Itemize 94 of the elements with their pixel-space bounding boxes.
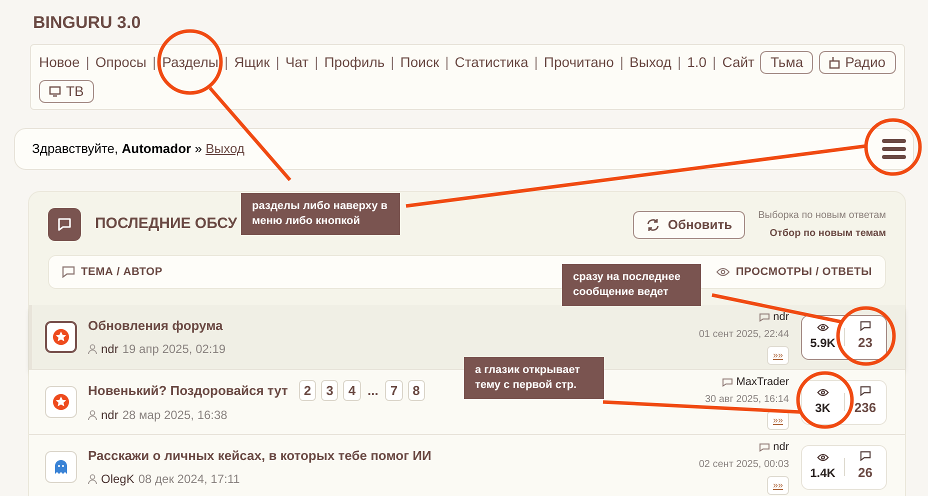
site-title[interactable]: BINGURU 3.0 (33, 10, 914, 32)
logout-link[interactable]: Выход (206, 141, 244, 156)
eye-icon (816, 322, 829, 332)
last-post-button[interactable]: »» (766, 476, 789, 495)
nav-button[interactable]: Радио (819, 51, 896, 74)
nav-link[interactable]: Прочитано (544, 52, 614, 73)
radio-icon (829, 56, 840, 68)
chat-icon (62, 266, 75, 278)
page-link[interactable]: 3 (321, 380, 338, 402)
eye-icon (716, 267, 730, 277)
topic-row[interactable]: Расскажи о личных кейсах, в которых тебе помог ИИ OlegK 08 дек 2024, 17:11 ndr 02 сент 2025, 00:03 »» 1.4K 26 (29, 435, 905, 496)
nav-link[interactable]: Выход (630, 52, 672, 73)
user-icon (88, 474, 97, 484)
views-link[interactable]: 3K (802, 388, 844, 416)
nav-link[interactable]: Сайт (722, 52, 754, 73)
nav-link[interactable]: 1.0 (687, 52, 707, 73)
separator: | (677, 53, 682, 72)
replies-link[interactable]: 23 (844, 321, 886, 353)
last-post-button[interactable]: »» (766, 346, 789, 365)
separator: | (712, 53, 716, 72)
chat-icon (860, 321, 871, 332)
nav-link[interactable]: Статистика (454, 52, 528, 73)
callout-note: а глазик открывает тему с первой стр. (464, 357, 604, 399)
column-heading[interactable]: ПРОСМОТРЫ / ОТВЕТЫ (736, 264, 872, 280)
callout-note: разделы либо наверху в меню либо кнопкой (241, 193, 400, 235)
post-date: 28 мар 2025, 16:38 (122, 407, 228, 424)
separator: | (445, 53, 449, 72)
column-heading[interactable]: ТЕМА / АВТОР (81, 264, 162, 280)
reply-icon (759, 443, 770, 452)
separator: | (86, 53, 90, 72)
author-name[interactable]: OlegK (101, 470, 134, 488)
author-name[interactable]: ndr (101, 406, 118, 424)
nav-button[interactable]: ТВ (39, 80, 94, 103)
highlight-circle (796, 371, 854, 429)
user-icon (88, 344, 97, 354)
post-date: 08 дек 2024, 17:11 (138, 471, 240, 488)
star-badge-icon (52, 328, 70, 346)
tv-icon (49, 86, 61, 97)
separator: | (390, 53, 394, 72)
separator: | (314, 53, 318, 72)
post-date: 02 сент 2025, 00:03 (698, 458, 789, 472)
refresh-button[interactable]: Обновить (632, 210, 746, 238)
star-badge-icon (52, 393, 70, 411)
filter-link[interactable]: Выборка по новым ответам (758, 208, 886, 223)
highlight-circle (157, 29, 223, 95)
topic-link[interactable]: Расскажи о личных кейсах, в которых тебе помог ИИ (88, 446, 432, 466)
eye-icon (816, 388, 829, 396)
highlight-circle (864, 118, 922, 176)
topic-link[interactable]: Обновления форума (88, 316, 223, 336)
user-icon (88, 410, 97, 420)
replies-link[interactable]: 26 (844, 451, 886, 483)
refresh-icon (646, 218, 660, 232)
separator: | (276, 53, 280, 72)
separator: | (620, 53, 624, 72)
callout-note: сразу на последнее сообщение ведет (562, 264, 701, 306)
nav-link[interactable]: Опросы (95, 52, 146, 73)
ellipsis: ... (366, 382, 380, 400)
page-link[interactable]: 4 (343, 380, 361, 402)
chat-icon (860, 386, 871, 396)
separator: | (224, 53, 228, 72)
nav-link[interactable]: Поиск (400, 52, 440, 73)
chat-icon (48, 208, 81, 241)
page-link[interactable]: 2 (298, 380, 316, 402)
reply-icon (722, 378, 734, 387)
post-date: 30 авг 2025, 16:14 (704, 392, 789, 407)
author-name[interactable]: MaxTrader (736, 374, 789, 391)
nav-link[interactable]: Чат (285, 52, 309, 73)
greeting-text: Здравствуйте, Automador » Выход (32, 140, 244, 158)
menu-icon[interactable] (881, 138, 907, 160)
nav-link[interactable]: Новое (39, 52, 80, 73)
post-date: 01 сент 2025, 22:44 (698, 328, 789, 342)
author-name[interactable]: ndr (773, 439, 789, 456)
page-link[interactable]: 8 (408, 380, 425, 402)
separator: | (534, 53, 538, 72)
nav-link[interactable]: Ящик (234, 52, 270, 73)
page-link[interactable]: 7 (385, 380, 403, 402)
reply-icon (759, 313, 770, 322)
author-name[interactable]: ndr (101, 340, 118, 358)
eye-icon (816, 452, 829, 462)
nav-link[interactable]: Профиль (324, 52, 385, 73)
views-link[interactable]: 5.9K (802, 322, 844, 352)
topic-link[interactable]: Новенький? Поздоровайся тут (88, 380, 288, 400)
author-name[interactable]: ndr (773, 309, 789, 326)
nav-button[interactable]: Тьма (760, 51, 814, 74)
post-date: 19 апр 2025, 02:19 (122, 341, 226, 358)
views-link[interactable]: 1.4K (802, 452, 844, 482)
nav-link[interactable]: Разделы (162, 52, 218, 73)
ghost-icon (53, 459, 69, 475)
highlight-circle (836, 306, 896, 366)
replies-link[interactable]: 236 (844, 386, 886, 418)
separator: | (152, 53, 156, 72)
section-title: ПОСЛЕДНИЕ ОБСУ (95, 214, 238, 234)
chat-icon (860, 451, 871, 462)
filter-link[interactable]: Отбор по новым темам (770, 226, 886, 241)
